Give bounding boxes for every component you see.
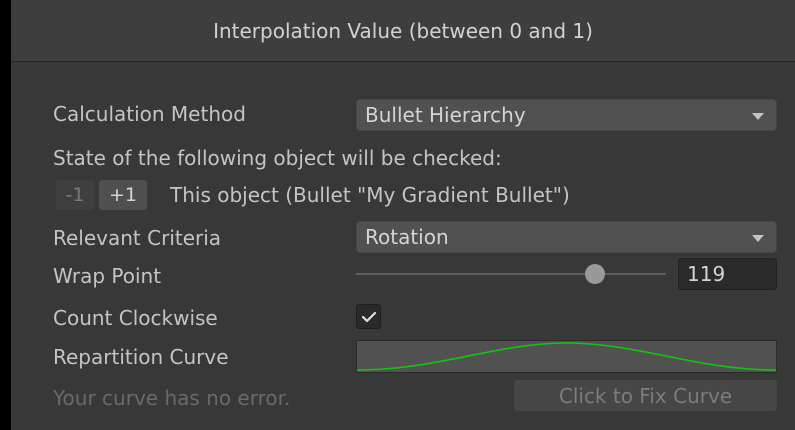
- chevron-down-icon: [752, 235, 764, 242]
- fix-curve-button[interactable]: Click to Fix Curve: [514, 380, 777, 411]
- checkmark-icon: [361, 311, 376, 322]
- repartition-curve-field[interactable]: [356, 340, 777, 373]
- minus-label: -1: [65, 184, 85, 206]
- wrap-point-input[interactable]: 119: [678, 258, 777, 290]
- wrap-point-value: 119: [687, 262, 726, 286]
- relevant-criteria-value: Rotation: [365, 225, 449, 249]
- relevant-criteria-label: Relevant Criteria: [53, 226, 222, 250]
- hierarchy-plus-button[interactable]: +1: [99, 180, 147, 210]
- count-clockwise-checkbox[interactable]: [356, 304, 381, 329]
- plus-label: +1: [108, 184, 137, 206]
- calculation-method-value: Bullet Hierarchy: [365, 103, 526, 127]
- chevron-down-icon: [752, 113, 764, 120]
- curve-preview: [356, 342, 777, 371]
- wrap-point-slider-track[interactable]: [356, 273, 666, 275]
- calculation-method-dropdown[interactable]: Bullet Hierarchy: [356, 99, 777, 131]
- count-clockwise-label: Count Clockwise: [53, 306, 218, 330]
- relevant-criteria-dropdown[interactable]: Rotation: [356, 221, 777, 253]
- wrap-point-slider-handle[interactable]: [584, 264, 605, 284]
- panel-header: Interpolation Value (between 0 and 1): [11, 0, 795, 62]
- hierarchy-object-text: This object (Bullet "My Gradient Bullet"…: [170, 183, 570, 207]
- repartition-curve-label: Repartition Curve: [53, 345, 229, 369]
- interpolation-panel: Interpolation Value (between 0 and 1) Ca…: [11, 0, 795, 430]
- curve-status-text: Your curve has no error.: [53, 386, 291, 410]
- panel-title: Interpolation Value (between 0 and 1): [213, 18, 593, 43]
- curve-line: [356, 342, 777, 371]
- fix-curve-label: Click to Fix Curve: [558, 383, 733, 408]
- wrap-point-label: Wrap Point: [53, 264, 162, 288]
- hierarchy-minus-button[interactable]: -1: [56, 180, 94, 210]
- hierarchy-info-text: State of the following object will be ch…: [53, 146, 502, 170]
- calculation-method-label: Calculation Method: [53, 102, 246, 126]
